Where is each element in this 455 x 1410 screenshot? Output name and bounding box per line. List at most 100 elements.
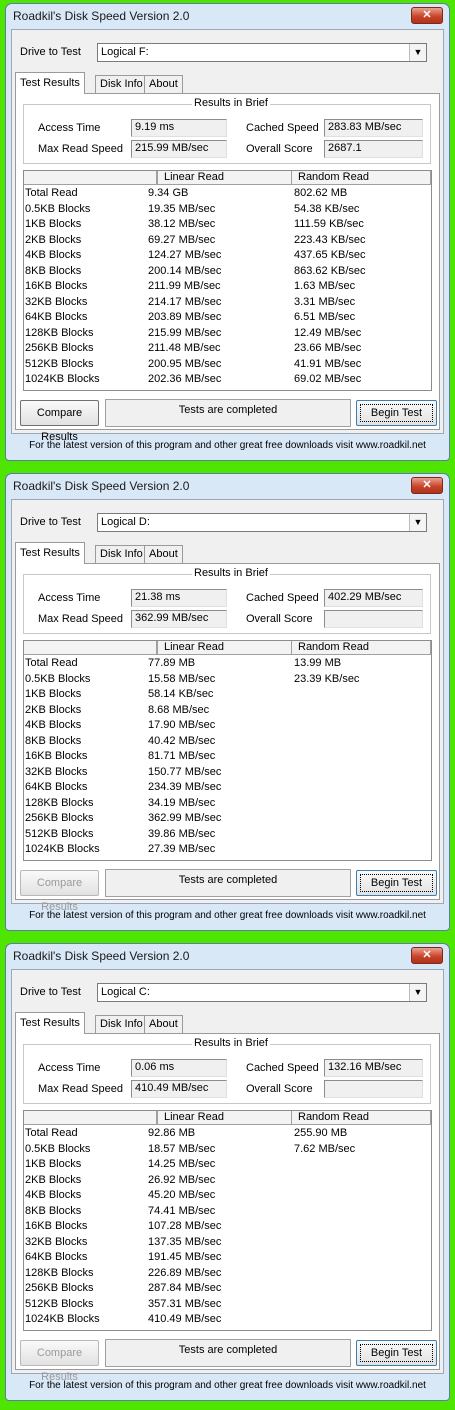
table-row[interactable]: 8KB Blocks 200.14 MB/sec 863.62 KB/sec [24,264,431,279]
tab-test-results[interactable]: Test Results [15,1012,85,1034]
compare-results-button[interactable]: Compare Results [20,400,99,443]
drive-select[interactable]: Logical D: ▼ [97,513,427,532]
begin-test-button[interactable]: Begin Test [356,1340,437,1366]
table-row[interactable]: 8KB Blocks 40.42 MB/sec [24,734,431,749]
linear-read-value: 150.77 MB/sec [148,765,222,778]
table-row[interactable]: Total Read 77.89 MB 13.99 MB [24,656,431,671]
table-row[interactable]: 1024KB Blocks 410.49 MB/sec [24,1312,431,1327]
row-label: 1KB Blocks [25,218,82,230]
drive-select[interactable]: Logical F: ▼ [97,43,427,62]
column-header-name[interactable] [24,171,157,185]
column-header-linear-read[interactable]: Linear Read [157,641,292,655]
table-row[interactable]: 8KB Blocks 74.41 MB/sec [24,1204,431,1219]
table-row[interactable]: 512KB Blocks 39.86 MB/sec [24,827,431,842]
table-row[interactable]: 256KB Blocks 211.48 MB/sec 23.66 MB/sec [24,341,431,356]
table-row[interactable]: 0.5KB Blocks 15.58 MB/sec 23.39 KB/sec [24,672,431,687]
table-row[interactable]: 1KB Blocks 58.14 KB/sec [24,687,431,702]
title-bar[interactable]: Roadkil's Disk Speed Version 2.0 ✕ [6,4,449,28]
begin-test-label: Begin Test [360,1344,433,1362]
linear-read-value: 81.71 MB/sec [148,750,216,762]
column-header-random-read[interactable]: Random Read [291,641,431,655]
begin-test-label: Begin Test [360,404,433,422]
random-read-value: 41.91 MB/sec [294,357,362,370]
compare-results-button[interactable]: Compare Results [20,870,99,913]
tab-disk-info[interactable]: Disk Info [95,75,148,94]
results-table[interactable]: Linear Read Random Read Total Read 92.86 … [23,1110,432,1331]
max-read-speed-value: 362.99 MB/sec [131,610,227,628]
linear-read-value: 17.90 MB/sec [148,719,216,731]
chevron-down-icon[interactable]: ▼ [409,984,426,1001]
table-row[interactable]: 32KB Blocks 137.35 MB/sec [24,1235,431,1250]
compare-results-button[interactable]: Compare Results [20,1340,99,1383]
close-icon[interactable]: ✕ [411,947,443,964]
tab-about[interactable]: About [144,1015,183,1034]
table-row[interactable]: 16KB Blocks 211.99 MB/sec 1.63 MB/sec [24,279,431,294]
table-row[interactable]: 256KB Blocks 362.99 MB/sec [24,811,431,826]
table-row[interactable]: 32KB Blocks 150.77 MB/sec [24,765,431,780]
table-row[interactable]: 1KB Blocks 14.25 MB/sec [24,1157,431,1172]
tab-disk-info[interactable]: Disk Info [95,545,148,564]
table-row[interactable]: 64KB Blocks 191.45 MB/sec [24,1250,431,1265]
table-row[interactable]: 1024KB Blocks 202.36 MB/sec 69.02 MB/sec [24,372,431,387]
tab-about[interactable]: About [144,75,183,94]
linear-read-value: 203.89 MB/sec [148,311,222,323]
results-table[interactable]: Linear Read Random Read Total Read 77.89 … [23,640,432,861]
tab-test-results[interactable]: Test Results [15,72,85,94]
table-row[interactable]: 1KB Blocks 38.12 MB/sec 111.59 KB/sec [24,217,431,232]
column-header-name[interactable] [24,641,157,655]
chevron-down-icon[interactable]: ▼ [409,514,426,531]
table-row[interactable]: 512KB Blocks 200.95 MB/sec 41.91 MB/sec [24,357,431,372]
table-row[interactable]: 512KB Blocks 357.31 MB/sec [24,1297,431,1312]
tab-disk-info[interactable]: Disk Info [95,1015,148,1034]
table-row[interactable]: 2KB Blocks 69.27 MB/sec 223.43 KB/sec [24,233,431,248]
table-row[interactable]: 128KB Blocks 215.99 MB/sec 12.49 MB/sec [24,326,431,341]
tab-about[interactable]: About [144,545,183,564]
close-icon[interactable]: ✕ [411,477,443,494]
row-label: Total Read [25,657,78,669]
table-row[interactable]: 4KB Blocks 17.90 MB/sec [24,718,431,733]
linear-read-value: 69.27 MB/sec [148,233,216,246]
column-header-linear-read[interactable]: Linear Read [157,171,292,185]
begin-test-button[interactable]: Begin Test [356,400,437,426]
table-row[interactable]: Total Read 9.34 GB 802.62 MB [24,186,431,201]
table-row[interactable]: 256KB Blocks 287.84 MB/sec [24,1281,431,1296]
tab-test-results[interactable]: Test Results [15,542,85,564]
column-header-random-read[interactable]: Random Read [291,171,431,185]
table-row[interactable]: 64KB Blocks 234.39 MB/sec [24,780,431,795]
table-row[interactable]: 4KB Blocks 45.20 MB/sec [24,1188,431,1203]
drive-select[interactable]: Logical C: ▼ [97,983,427,1002]
column-header-name[interactable] [24,1111,157,1125]
table-row[interactable]: 4KB Blocks 124.27 MB/sec 437.65 KB/sec [24,248,431,263]
table-row[interactable]: 2KB Blocks 26.92 MB/sec [24,1173,431,1188]
column-header-random-read[interactable]: Random Read [291,1111,431,1125]
table-row[interactable]: 0.5KB Blocks 19.35 MB/sec 54.38 KB/sec [24,202,431,217]
table-row[interactable]: 1024KB Blocks 27.39 MB/sec [24,842,431,857]
table-row[interactable]: 2KB Blocks 8.68 MB/sec [24,703,431,718]
linear-read-value: 38.12 MB/sec [148,218,216,230]
close-icon[interactable]: ✕ [411,7,443,24]
results-table[interactable]: Linear Read Random Read Total Read 9.34 G… [23,170,432,391]
table-row[interactable]: 128KB Blocks 34.19 MB/sec [24,796,431,811]
linear-read-value: 19.35 MB/sec [148,202,216,215]
random-read-value: 1.63 MB/sec [294,280,356,292]
results-in-brief-group: Results in Brief Access Time 21.38 ms Ca… [23,567,431,634]
title-bar[interactable]: Roadkil's Disk Speed Version 2.0 ✕ [6,944,449,968]
table-row[interactable]: 128KB Blocks 226.89 MB/sec [24,1266,431,1281]
table-row[interactable]: 0.5KB Blocks 18.57 MB/sec 7.62 MB/sec [24,1142,431,1157]
status-message: Tests are completed [105,1339,351,1367]
random-read-value: 223.43 KB/sec [294,233,366,246]
table-row[interactable]: Total Read 92.86 MB 255.90 MB [24,1126,431,1141]
test-results-panel: Results in Brief Access Time 0.06 ms Cac… [15,1033,440,1383]
window-title: Roadkil's Disk Speed Version 2.0 [13,9,190,23]
linear-read-value: 200.14 MB/sec [148,264,222,277]
table-row[interactable]: 16KB Blocks 107.28 MB/sec [24,1219,431,1234]
row-label: 128KB Blocks [25,1266,94,1279]
chevron-down-icon[interactable]: ▼ [409,44,426,61]
table-row[interactable]: 64KB Blocks 203.89 MB/sec 6.51 MB/sec [24,310,431,325]
access-time-label: Access Time [38,592,101,604]
table-row[interactable]: 16KB Blocks 81.71 MB/sec [24,749,431,764]
title-bar[interactable]: Roadkil's Disk Speed Version 2.0 ✕ [6,474,449,498]
begin-test-button[interactable]: Begin Test [356,870,437,896]
column-header-linear-read[interactable]: Linear Read [157,1111,292,1125]
table-row[interactable]: 32KB Blocks 214.17 MB/sec 3.31 MB/sec [24,295,431,310]
